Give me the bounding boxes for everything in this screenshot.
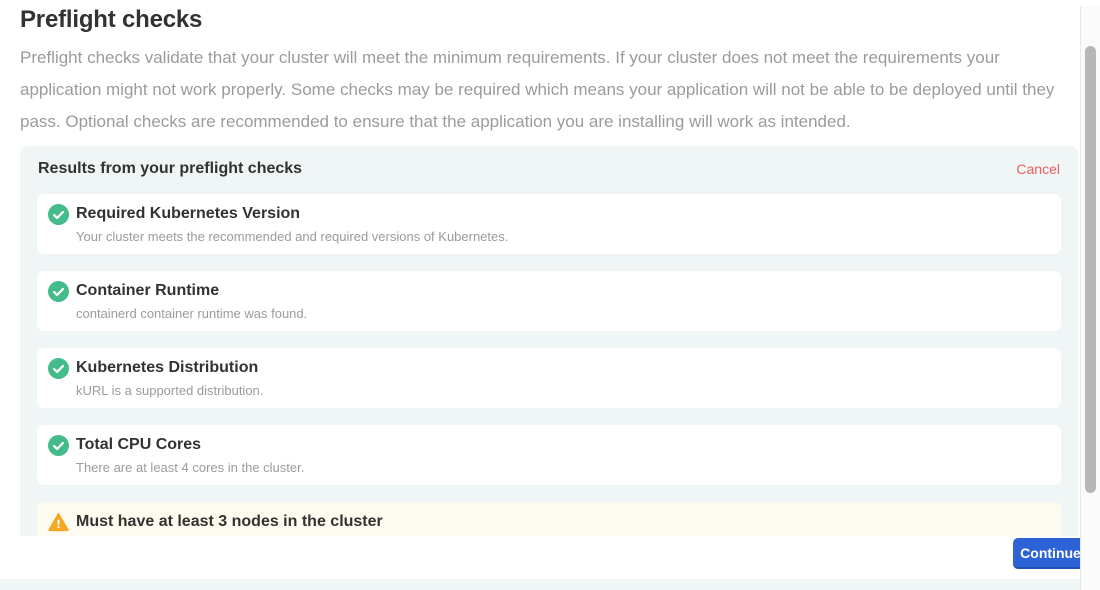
check-circle-icon xyxy=(48,204,69,225)
check-message: kURL is a supported distribution. xyxy=(76,383,1045,398)
panel-title: Results from your preflight checks xyxy=(38,160,302,178)
check-message: containerd container runtime was found. xyxy=(76,306,1045,321)
page-title: Preflight checks xyxy=(20,6,1100,34)
preflight-check-row: Total CPU Cores There are at least 4 cor… xyxy=(37,425,1061,485)
check-circle-icon xyxy=(48,435,69,456)
check-title: Must have at least 3 nodes in the cluste… xyxy=(76,512,1045,531)
preflight-check-row: Container Runtime containerd container r… xyxy=(37,271,1061,331)
warning-triangle-icon xyxy=(48,512,69,533)
preflight-results-panel: Results from your preflight checks Cance… xyxy=(20,146,1078,579)
preflight-check-row: Required Kubernetes Version Your cluster… xyxy=(37,194,1061,254)
check-circle-icon xyxy=(48,358,69,379)
preflight-check-list: Required Kubernetes Version Your cluster… xyxy=(37,194,1061,562)
check-circle-icon xyxy=(48,281,69,302)
page-description: Preflight checks validate that your clus… xyxy=(20,42,1066,138)
continue-button[interactable]: Continue xyxy=(1013,538,1088,569)
check-title: Required Kubernetes Version xyxy=(76,204,1045,223)
preflight-check-row: Kubernetes Distribution kURL is a suppor… xyxy=(37,348,1061,408)
check-title: Total CPU Cores xyxy=(76,435,1045,454)
panel-header: Results from your preflight checks Cance… xyxy=(38,160,1060,178)
footer-strip xyxy=(0,579,1080,590)
check-message: There are at least 4 cores in the cluste… xyxy=(76,460,1045,475)
scrollbar-track[interactable] xyxy=(1080,6,1100,590)
footer-bar xyxy=(0,536,1080,579)
check-title: Container Runtime xyxy=(76,281,1045,300)
check-title: Kubernetes Distribution xyxy=(76,358,1045,377)
cancel-link[interactable]: Cancel xyxy=(1016,161,1060,177)
check-message: Your cluster meets the recommended and r… xyxy=(76,229,1045,244)
scrollbar-thumb[interactable] xyxy=(1085,46,1096,493)
